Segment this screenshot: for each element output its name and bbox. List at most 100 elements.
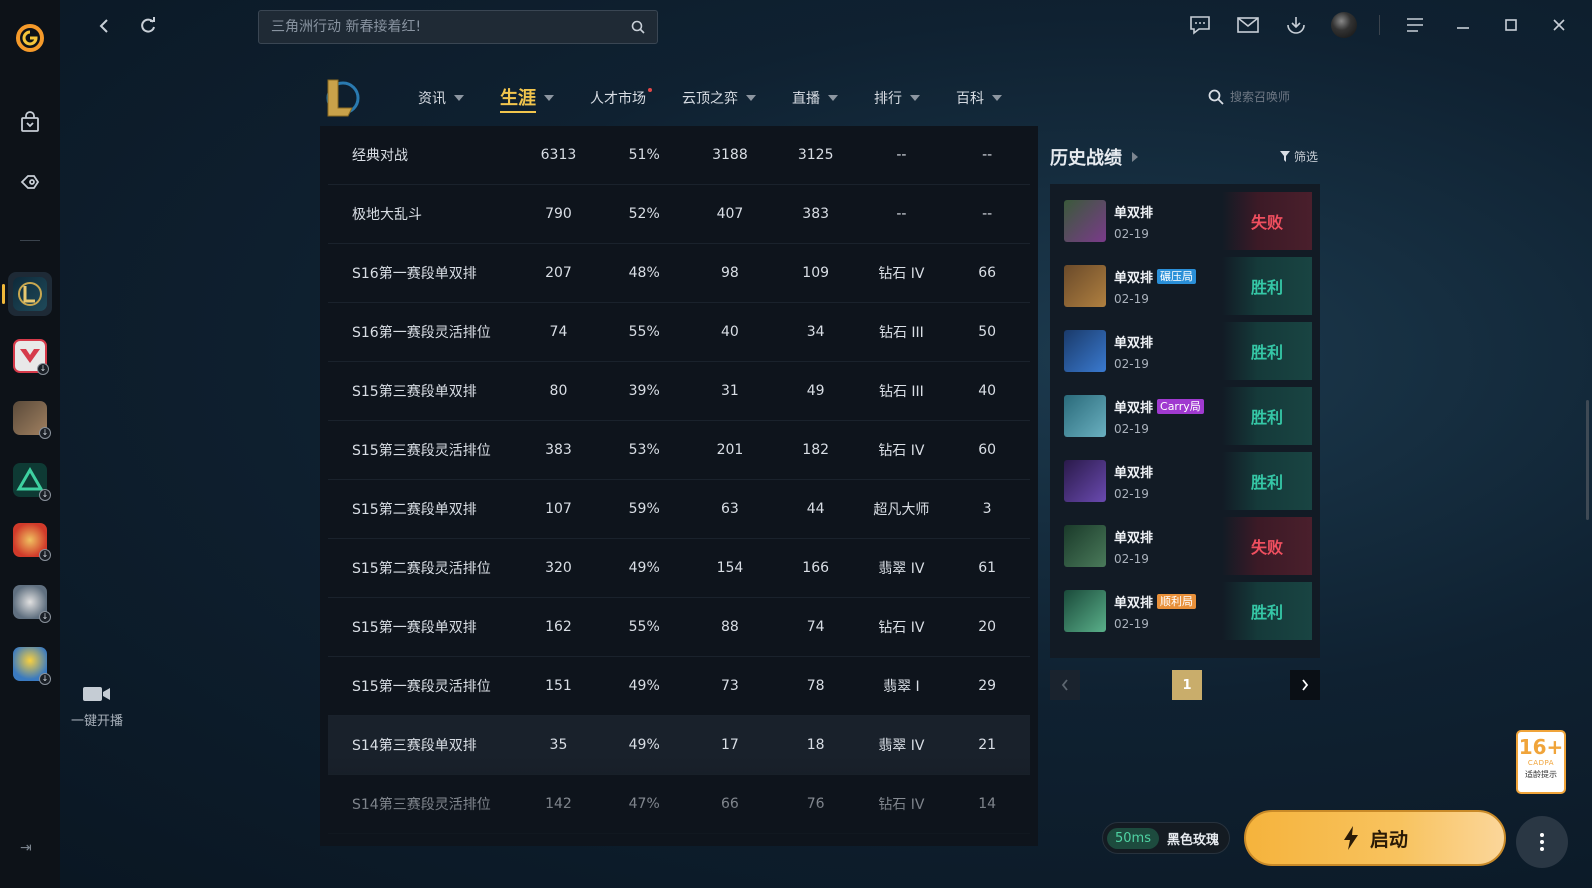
match-item[interactable]: 单双排 碾压局 02-19 胜利 (1058, 257, 1312, 315)
table-row[interactable]: S14第三赛段灵活排位 142 47% 66 76 钻石 IV 14 (328, 775, 1030, 834)
one-click-stream-button[interactable]: 一键开播 (66, 684, 128, 729)
game-nav-label: 云顶之弈 (682, 91, 738, 107)
launch-button[interactable]: 启动 (1244, 810, 1506, 866)
match-mode: 单双排 (1114, 462, 1153, 481)
game-valorant-icon[interactable]: ↓ (8, 334, 52, 378)
table-cell: 21 (978, 737, 997, 753)
match-item[interactable]: 单双排 Carry局 02-19 胜利 (1058, 387, 1312, 445)
queue-name-cell: S16第一赛段单双排 (352, 266, 477, 282)
champion-portrait (1064, 590, 1106, 632)
match-item[interactable]: 单双排 02-19 胜利 (1058, 452, 1312, 510)
game-library-icon[interactable] (8, 160, 52, 204)
game-nav-label: 生涯 (500, 84, 536, 113)
match-date: 02-19 (1114, 226, 1149, 241)
game-triangle-icon[interactable]: ↓ (8, 458, 52, 502)
age-rating-badge[interactable]: 16+ CADPA 适龄提示 (1516, 730, 1566, 794)
game-nav-label: 直播 (792, 91, 820, 107)
table-cell: 74 (806, 619, 825, 635)
table-row[interactable]: S16第一赛段单双排 207 48% 98 109 钻石 IV 66 (328, 244, 1030, 303)
store-bag-icon[interactable] (8, 100, 52, 144)
ping-value: 50ms (1107, 827, 1159, 849)
page-number-current[interactable]: 1 (1172, 670, 1202, 700)
table-cell: 162 (545, 619, 572, 635)
match-item[interactable]: 单双排 顺利局 02-19 胜利 (1058, 582, 1312, 640)
search-icon[interactable] (631, 20, 645, 34)
mail-icon[interactable] (1235, 12, 1261, 38)
chat-icon[interactable] (1187, 12, 1213, 38)
user-avatar[interactable] (1331, 12, 1357, 38)
table-cell: 55% (628, 324, 660, 340)
table-row[interactable]: S15第三赛段灵活排位 383 53% 201 182 钻石 IV 60 (328, 421, 1030, 480)
search-icon[interactable] (1208, 89, 1224, 105)
history-title[interactable]: 历史战绩 (1050, 144, 1138, 170)
global-search-box[interactable] (258, 10, 658, 44)
game-nav-label: 资讯 (418, 91, 446, 107)
table-row[interactable]: S15第一赛段灵活排位 151 49% 73 78 翡翠 I 29 (328, 657, 1030, 716)
server-status[interactable]: 50ms 黑色玫瑰 (1102, 822, 1230, 854)
match-mode: 单双排 (1114, 202, 1153, 221)
table-cell: 31 (721, 383, 739, 399)
refresh-button[interactable] (136, 14, 160, 38)
download-manager-icon[interactable] (1283, 12, 1309, 38)
back-button[interactable] (92, 14, 116, 38)
table-row[interactable]: S15第一赛段单双排 162 55% 88 74 钻石 IV 20 (328, 598, 1030, 657)
table-cell: 182 (802, 442, 830, 458)
prev-page-button[interactable] (1050, 670, 1080, 700)
filter-button[interactable]: 筛选 (1280, 148, 1318, 165)
game-cartoon-icon[interactable]: ↓ (8, 642, 52, 686)
game-nav-item[interactable]: 资讯 (418, 86, 464, 110)
career-stats-table[interactable]: 经典对战 6313 51% 3188 3125 -- -- 极地大乱斗 790 52% 407 383… (320, 126, 1038, 846)
game-crossfire-hd-icon[interactable]: ↓ (8, 580, 52, 624)
game-nav-item[interactable]: 直播 (792, 86, 838, 110)
left-rail: ↓ ↓ ↓ ↓ ↓ ↓ ⇥ (0, 0, 60, 888)
table-cell: 166 (802, 560, 830, 576)
table-row[interactable]: S16第一赛段灵活排位 74 55% 40 34 钻石 III 50 (328, 303, 1030, 362)
table-cell: 63 (721, 501, 739, 517)
match-item[interactable]: 单双排 02-19 失败 (1058, 192, 1312, 250)
match-item[interactable]: 单双排 02-19 失败 (1058, 517, 1312, 575)
table-cell: 407 (716, 206, 744, 222)
game-crossfire-icon[interactable]: ↓ (8, 518, 52, 562)
table-row[interactable]: S14第三赛段单双排 35 49% 17 18 翡翠 IV 21 (328, 716, 1030, 775)
table-cell: 320 (545, 560, 572, 576)
table-cell: 6313 (540, 147, 577, 163)
more-options-button[interactable] (1516, 816, 1568, 868)
game-squad-icon[interactable]: ↓ (8, 396, 52, 440)
match-item[interactable]: 单双排 02-19 胜利 (1058, 322, 1312, 380)
app-logo-icon[interactable] (8, 16, 52, 60)
collapse-sidebar-icon[interactable]: ⇥ (20, 840, 32, 856)
game-nav-item[interactable]: 云顶之弈 (682, 86, 756, 110)
table-cell: 钻石 IV (878, 266, 925, 282)
table-cell: 61 (978, 560, 997, 576)
menu-icon[interactable] (1402, 12, 1428, 38)
match-tag-badge: 顺利局 (1157, 593, 1197, 609)
caret-down-icon (910, 95, 920, 101)
table-cell: 383 (545, 442, 572, 458)
table-row[interactable]: S15第二赛段灵活排位 320 49% 154 166 翡翠 IV 61 (328, 539, 1030, 598)
game-nav-item[interactable]: 人才市场 (590, 86, 652, 110)
table-cell: 52% (628, 206, 660, 222)
table-row[interactable]: S15第二赛段单双排 107 59% 63 44 超凡大师 3 (328, 480, 1030, 539)
global-search-input[interactable] (271, 19, 631, 35)
lol-logo[interactable] (320, 76, 362, 124)
game-nav: 资讯 生涯 人才市场 云顶之弈 直播 排行 百科 (418, 84, 1038, 113)
maximize-icon[interactable] (1498, 12, 1524, 38)
notification-dot (648, 88, 652, 92)
game-nav-item[interactable]: 百科 (956, 86, 1002, 110)
table-cell: 47% (628, 796, 660, 812)
table-row[interactable]: 经典对战 6313 51% 3188 3125 -- -- (328, 126, 1030, 185)
table-cell: 154 (716, 560, 744, 576)
minimize-icon[interactable] (1450, 12, 1476, 38)
table-cell: 翡翠 I (883, 679, 920, 695)
summoner-search[interactable]: 搜索召唤师 (1208, 88, 1290, 105)
caret-down-icon (454, 95, 464, 101)
summoner-search-placeholder[interactable]: 搜索召唤师 (1230, 88, 1290, 105)
close-icon[interactable] (1546, 12, 1572, 38)
game-lol-icon[interactable] (2, 272, 52, 316)
page-scrollbar[interactable] (1586, 400, 1589, 520)
next-page-button[interactable] (1290, 670, 1320, 700)
table-row[interactable]: 极地大乱斗 790 52% 407 383 -- -- (328, 185, 1030, 244)
game-nav-item[interactable]: 排行 (874, 86, 920, 110)
game-nav-item[interactable]: 生涯 (500, 84, 554, 113)
table-row[interactable]: S15第三赛段单双排 80 39% 31 49 钻石 III 40 (328, 362, 1030, 421)
